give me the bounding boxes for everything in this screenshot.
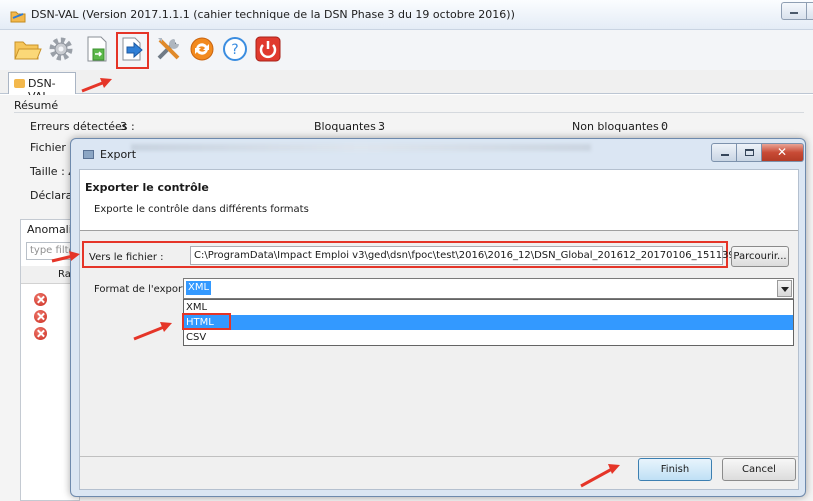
minimize-button[interactable] [781,2,813,20]
dialog-body: Exporter le contrôle Exporte le contrôle… [79,169,799,490]
dialog-description: Exporte le contrôle dans différents form… [94,204,309,215]
target-file-input[interactable]: C:\ProgramData\Impact Emploi v3\ged\dsn\… [190,246,777,265]
errors-label: Erreurs détectées : [30,120,135,133]
dialog-title-blurred [131,144,591,151]
dialog-window-icon [83,150,94,159]
html-option-highlight [182,313,231,330]
target-file-value: C:\ProgramData\Impact Emploi v3\ged\dsn\… [194,250,778,261]
non-blocking-value: 0 [661,120,668,133]
dsn-val-icon [14,79,25,88]
export-format-select[interactable]: XML [183,278,794,299]
errors-value: 3 [120,120,127,133]
export-format-selected: XML [186,281,212,295]
refresh-icon[interactable] [187,34,217,64]
finish-button[interactable]: Finish [638,458,712,481]
export-dialog: Export ✕ Exporter le contrôle Exporte le… [70,138,806,497]
dialog-footer-divider [80,456,798,457]
error-icon [34,293,47,306]
size-label: Taille : [30,165,65,178]
dialog-close-button[interactable]: ✕ [762,143,804,162]
new-document-icon[interactable] [82,34,112,64]
chevron-down-icon[interactable] [777,280,792,297]
svg-text:?: ? [231,42,238,58]
help-icon[interactable]: ? [220,34,250,64]
toolbar: ? [0,30,813,70]
error-icon [34,327,47,340]
format-option-html[interactable]: HTML [184,315,793,330]
target-file-label: Vers le fichier : [89,252,164,263]
file-label: Fichier : [30,141,74,154]
dialog-maximize-button[interactable] [737,143,762,162]
window-title: DSN-VAL (Version 2017.1.1.1 (cahier tech… [31,8,515,21]
export-format-label: Format de l'export : [94,284,193,295]
dialog-title-bar: Export ✕ [71,139,805,169]
browse-button[interactable]: Parcourir... [731,246,789,267]
dialog-title: Export [100,148,137,161]
format-option-csv[interactable]: CSV [184,330,793,345]
dialog-minimize-button[interactable] [711,143,737,162]
power-icon[interactable] [253,34,283,64]
format-option-xml[interactable]: XML [184,300,793,315]
tools-icon[interactable] [154,34,184,64]
non-blocking-label: Non bloquantes : [572,120,666,133]
open-folder-icon[interactable] [12,34,42,64]
dialog-header: Exporter le contrôle Exporte le contrôle… [80,170,798,231]
app-icon [10,9,26,23]
dialog-heading: Exporter le contrôle [85,181,209,194]
settings-gear-icon[interactable] [46,34,76,64]
export-button-highlight [116,32,149,69]
close-icon: ✕ [777,145,788,159]
cancel-button[interactable]: Cancel [722,458,796,481]
summary-title: Résumé [14,99,59,112]
blocking-value: 3 [378,120,385,133]
tab-dsn-val[interactable]: DSN-VAL [8,72,76,103]
blocking-label: Bloquantes : [314,120,384,133]
anomalies-filter-placeholder: type filte [30,245,75,256]
tab-strip: DSN-VAL [0,70,813,103]
summary-divider [14,112,804,113]
main-title-bar: DSN-VAL (Version 2017.1.1.1 (cahier tech… [0,0,813,30]
export-format-dropdown: XML HTML CSV [183,299,794,346]
error-icon [34,310,47,323]
